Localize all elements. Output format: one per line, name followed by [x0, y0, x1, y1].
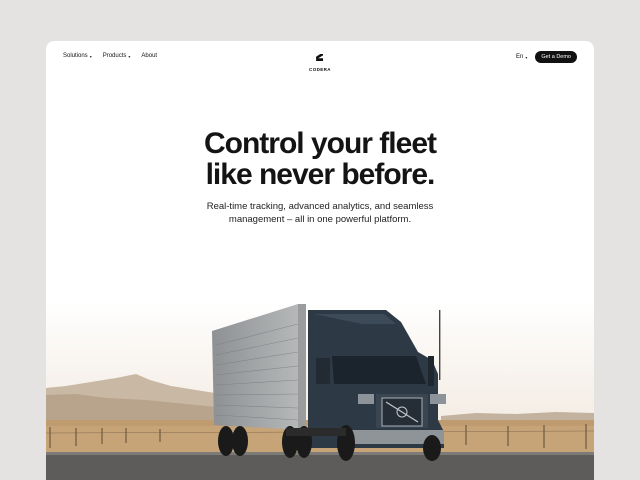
brand-name: CODERA: [309, 67, 331, 72]
nav-item-products[interactable]: Products ▾: [103, 53, 131, 59]
hero-title: Control your fleet like never before.: [46, 128, 594, 190]
nav-item-label: Products: [102, 53, 127, 59]
nav-item-about[interactable]: About: [141, 53, 157, 59]
brand-logo[interactable]: CODERA: [309, 48, 331, 72]
road: [46, 452, 594, 480]
chevron-down-icon: ▾: [128, 53, 131, 59]
language-label: En: [515, 54, 524, 60]
hero-subtitle-line: Real-time tracking, advanced analytics, …: [206, 201, 434, 212]
hero-title-line: like never before.: [205, 158, 436, 191]
logo-mark-icon: [316, 54, 324, 61]
hero-truck-image: [46, 300, 594, 480]
top-navigation: Solutions ▾ Products ▾ About CODERA En ▾…: [46, 41, 594, 75]
nav-links: Solutions ▾ Products ▾ About: [63, 53, 157, 59]
language-selector[interactable]: En ▾: [516, 54, 527, 60]
nav-actions: En ▾ Get a Demo: [516, 51, 577, 63]
nav-item-label: Solutions: [63, 53, 88, 59]
get-demo-button[interactable]: Get a Demo: [535, 51, 577, 63]
chevron-down-icon: ▾: [525, 54, 528, 60]
windshield: [332, 356, 426, 384]
page-card: Solutions ▾ Products ▾ About CODERA En ▾…: [46, 41, 594, 480]
hero-title-line: Control your fleet: [203, 127, 437, 160]
hero-subtitle-line: management – all in one powerful platfor…: [228, 214, 412, 225]
nav-item-solutions[interactable]: Solutions ▾: [63, 53, 92, 59]
chevron-down-icon: ▾: [89, 53, 92, 59]
nav-item-label: About: [141, 53, 158, 59]
hero-subtitle: Real-time tracking, advanced analytics, …: [46, 200, 594, 226]
